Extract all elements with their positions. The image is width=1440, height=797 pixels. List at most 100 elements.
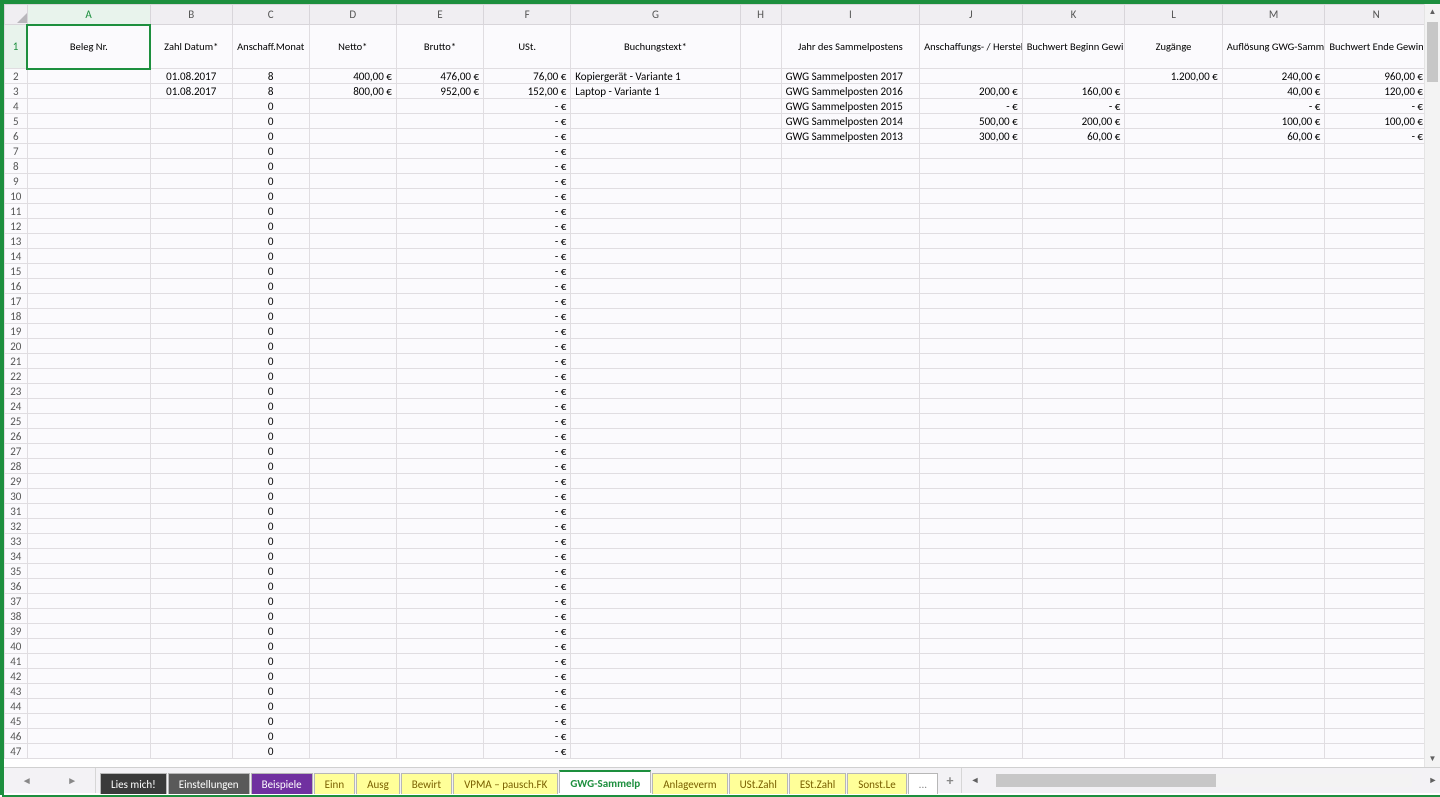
cell-B39[interactable] bbox=[150, 624, 232, 639]
cell-M3[interactable]: 40,00 € bbox=[1222, 84, 1325, 99]
cell-F7[interactable]: - € bbox=[484, 144, 571, 159]
cell-N37[interactable] bbox=[1325, 594, 1428, 609]
cell-D34[interactable] bbox=[309, 549, 396, 564]
cell-A45[interactable] bbox=[27, 714, 150, 729]
cell-G36[interactable] bbox=[571, 579, 740, 594]
row-header-33[interactable]: 33 bbox=[5, 534, 28, 549]
cell-D41[interactable] bbox=[309, 654, 396, 669]
cell-D25[interactable] bbox=[309, 414, 396, 429]
cell-N41[interactable] bbox=[1325, 654, 1428, 669]
cell-M7[interactable] bbox=[1222, 144, 1325, 159]
cell-N33[interactable] bbox=[1325, 534, 1428, 549]
cell-F17[interactable]: - € bbox=[484, 294, 571, 309]
cell-C30[interactable]: 0 bbox=[232, 489, 309, 504]
cell-F26[interactable]: - € bbox=[484, 429, 571, 444]
cell-B20[interactable] bbox=[150, 339, 232, 354]
cell-A14[interactable] bbox=[27, 249, 150, 264]
cell-C19[interactable]: 0 bbox=[232, 324, 309, 339]
cell-G14[interactable] bbox=[571, 249, 740, 264]
cell-J44[interactable] bbox=[920, 699, 1023, 714]
cell-N2[interactable]: 960,00 € bbox=[1325, 69, 1428, 84]
cell-C3[interactable]: 8 bbox=[232, 84, 309, 99]
cell-N19[interactable] bbox=[1325, 324, 1428, 339]
cell-D18[interactable] bbox=[309, 309, 396, 324]
row-header-32[interactable]: 32 bbox=[5, 519, 28, 534]
cell-B14[interactable] bbox=[150, 249, 232, 264]
cell-A4[interactable] bbox=[27, 99, 150, 114]
cell-J21[interactable] bbox=[920, 354, 1023, 369]
cell-B27[interactable] bbox=[150, 444, 232, 459]
cell-J13[interactable] bbox=[920, 234, 1023, 249]
cell-N11[interactable] bbox=[1325, 204, 1428, 219]
cell-B43[interactable] bbox=[150, 684, 232, 699]
cell-D5[interactable] bbox=[309, 114, 396, 129]
cell-E5[interactable] bbox=[396, 114, 483, 129]
row-header-43[interactable]: 43 bbox=[5, 684, 28, 699]
cell-M9[interactable] bbox=[1222, 174, 1325, 189]
cell-K27[interactable] bbox=[1022, 444, 1125, 459]
cell-F35[interactable]: - € bbox=[484, 564, 571, 579]
row-header-20[interactable]: 20 bbox=[5, 339, 28, 354]
cell-I33[interactable] bbox=[781, 534, 920, 549]
cell-J1[interactable]: Anschaffungs- / Herstellungskosten Einla… bbox=[920, 25, 1023, 69]
sheet-tab-6[interactable]: VPMA – pausch.FK bbox=[453, 773, 558, 794]
cell-G7[interactable] bbox=[571, 144, 740, 159]
cell-H1[interactable] bbox=[740, 25, 781, 69]
cell-F32[interactable]: - € bbox=[484, 519, 571, 534]
cell-M41[interactable] bbox=[1222, 654, 1325, 669]
cell-E26[interactable] bbox=[396, 429, 483, 444]
cell-A33[interactable] bbox=[27, 534, 150, 549]
cell-J4[interactable]: - € bbox=[920, 99, 1023, 114]
cell-C1[interactable]: Anschaff.Monat bbox=[232, 25, 309, 69]
cell-G26[interactable] bbox=[571, 429, 740, 444]
cell-E22[interactable] bbox=[396, 369, 483, 384]
cell-G15[interactable] bbox=[571, 264, 740, 279]
cell-E42[interactable] bbox=[396, 669, 483, 684]
cell-A29[interactable] bbox=[27, 474, 150, 489]
cell-G3[interactable]: Laptop - Variante 1 bbox=[571, 84, 740, 99]
cell-I39[interactable] bbox=[781, 624, 920, 639]
cell-H20[interactable] bbox=[740, 339, 781, 354]
sheet-tab-8[interactable]: Anlageverm bbox=[652, 773, 727, 794]
cell-F34[interactable]: - € bbox=[484, 549, 571, 564]
cell-D16[interactable] bbox=[309, 279, 396, 294]
cell-M24[interactable] bbox=[1222, 399, 1325, 414]
cell-G41[interactable] bbox=[571, 654, 740, 669]
cell-E13[interactable] bbox=[396, 234, 483, 249]
cell-M36[interactable] bbox=[1222, 579, 1325, 594]
cell-M22[interactable] bbox=[1222, 369, 1325, 384]
cell-H30[interactable] bbox=[740, 489, 781, 504]
cell-I29[interactable] bbox=[781, 474, 920, 489]
cell-G35[interactable] bbox=[571, 564, 740, 579]
cell-G29[interactable] bbox=[571, 474, 740, 489]
cell-A43[interactable] bbox=[27, 684, 150, 699]
cell-D36[interactable] bbox=[309, 579, 396, 594]
cell-A11[interactable] bbox=[27, 204, 150, 219]
cell-I19[interactable] bbox=[781, 324, 920, 339]
cell-A7[interactable] bbox=[27, 144, 150, 159]
cell-E14[interactable] bbox=[396, 249, 483, 264]
cell-J9[interactable] bbox=[920, 174, 1023, 189]
cell-A38[interactable] bbox=[27, 609, 150, 624]
cell-N32[interactable] bbox=[1325, 519, 1428, 534]
cell-K19[interactable] bbox=[1022, 324, 1125, 339]
cell-D40[interactable] bbox=[309, 639, 396, 654]
cell-J32[interactable] bbox=[920, 519, 1023, 534]
cell-K10[interactable] bbox=[1022, 189, 1125, 204]
row-header-14[interactable]: 14 bbox=[5, 249, 28, 264]
cell-E36[interactable] bbox=[396, 579, 483, 594]
cell-D39[interactable] bbox=[309, 624, 396, 639]
cell-J11[interactable] bbox=[920, 204, 1023, 219]
cell-C17[interactable]: 0 bbox=[232, 294, 309, 309]
cell-D47[interactable] bbox=[309, 744, 396, 759]
row-header-22[interactable]: 22 bbox=[5, 369, 28, 384]
cell-J35[interactable] bbox=[920, 564, 1023, 579]
cell-D13[interactable] bbox=[309, 234, 396, 249]
cell-A30[interactable] bbox=[27, 489, 150, 504]
cell-E25[interactable] bbox=[396, 414, 483, 429]
cell-H35[interactable] bbox=[740, 564, 781, 579]
cell-N36[interactable] bbox=[1325, 579, 1428, 594]
cell-H36[interactable] bbox=[740, 579, 781, 594]
cell-J2[interactable] bbox=[920, 69, 1023, 84]
scroll-up-arrow[interactable]: ▲ bbox=[1425, 4, 1440, 20]
